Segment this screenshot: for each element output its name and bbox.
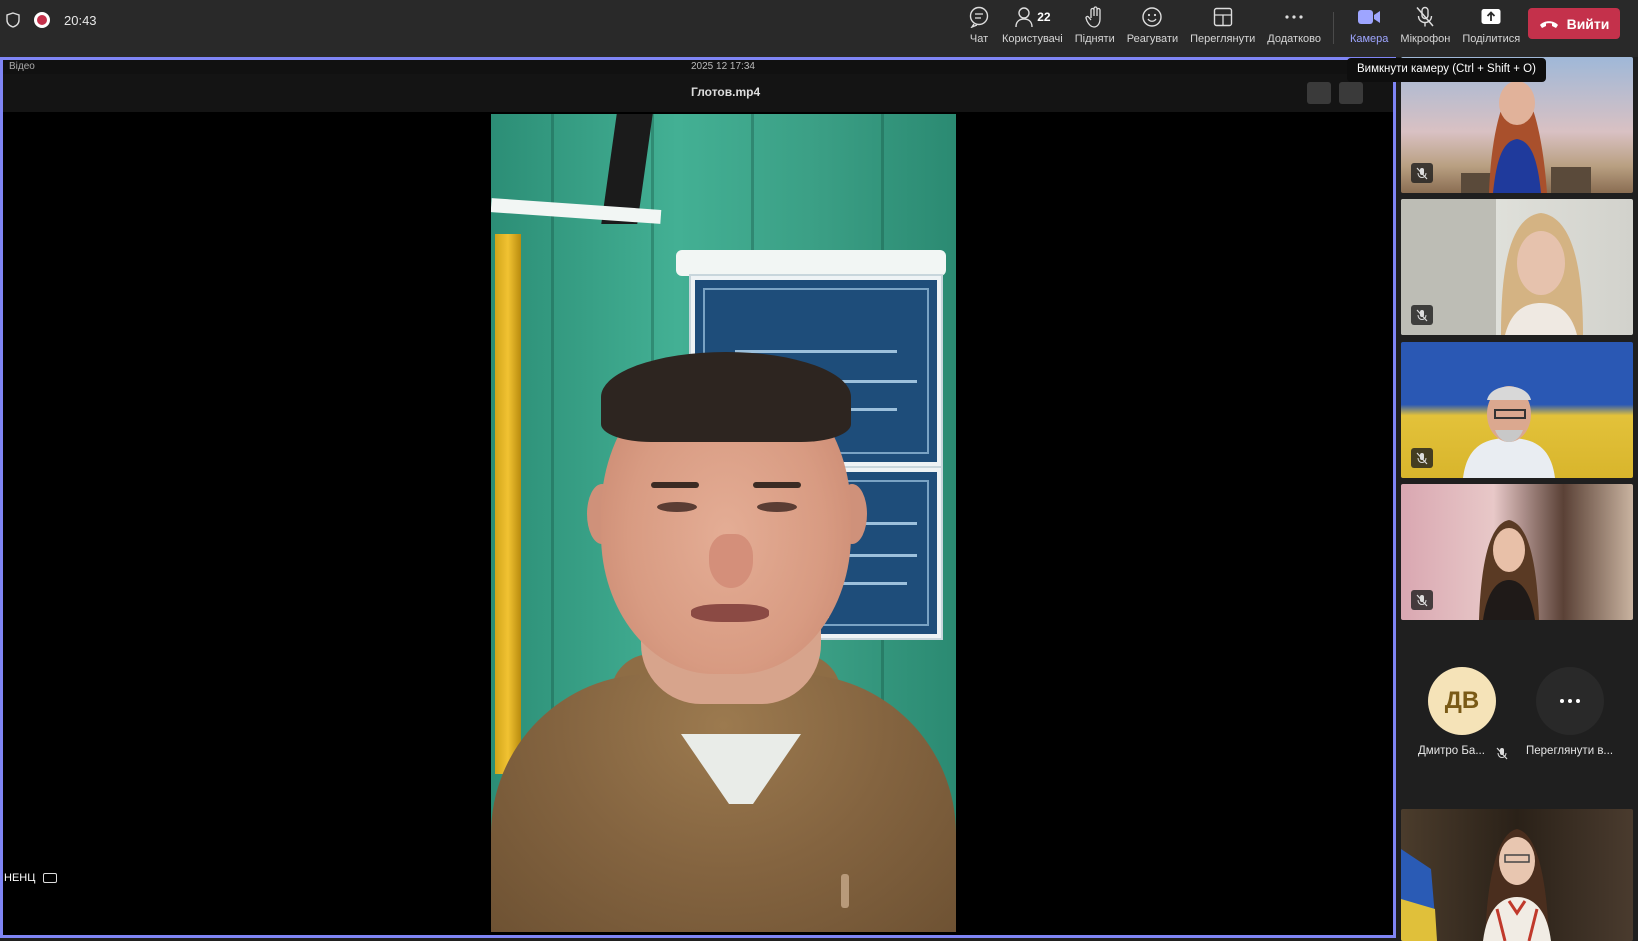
react-button[interactable]: Реагувати [1121,4,1184,52]
video-file-name: Глотов.mp4 [691,85,761,99]
participant-video-tile[interactable] [1401,809,1633,941]
participant-video [1463,386,1555,478]
player-menu-label[interactable]: Відео [9,61,35,72]
participant-video [1479,520,1539,620]
view-more-participants-button[interactable] [1536,667,1604,735]
player-top-bar: Відео 2025 12 17:34 [3,60,1393,74]
meeting-status: 20:43 [6,12,97,28]
participant-name: Дмитро Ба... [1418,745,1485,757]
info-button[interactable] [1339,82,1363,104]
mic-off-icon [1496,747,1508,760]
mic-label: Мікрофон [1400,33,1451,45]
mouth [691,604,769,622]
mic-off-icon [1416,594,1428,606]
participant-avatar[interactable]: ДВ [1428,667,1496,735]
rotate-button[interactable] [1307,82,1331,104]
mic-button[interactable]: Мікрофон [1394,4,1456,52]
hang-up-icon [1539,20,1558,28]
eye-left [657,502,697,512]
people-icon [1015,7,1033,28]
toolbar-divider [1332,12,1334,44]
participant-video-tile[interactable] [1401,484,1633,620]
shared-content-stage: Відео 2025 12 17:34 Глотов.mp4 [0,57,1396,938]
muted-badge [1411,448,1433,468]
smile-icon [1142,7,1163,27]
toolbar-buttons: Чат 22 Користувачі Підняти Реагувати Пер… [962,4,1526,52]
muted-badge [1411,590,1433,610]
camera-tooltip: Вимкнути камеру (Ctrl + Shift + O) [1347,58,1546,82]
share-label: Поділитися [1462,33,1521,45]
more-icon [1560,699,1580,703]
recording-icon [34,12,50,28]
more-button[interactable]: Додатково [1261,4,1327,52]
more-icon [1285,15,1303,19]
mic-off-icon [1416,6,1434,27]
camera-button[interactable]: Камера [1344,4,1394,52]
layout-icon [1213,7,1232,27]
people-button[interactable]: 22 Користувачі [996,4,1069,52]
meeting-timer: 20:43 [64,12,97,28]
raise-hand-icon [1085,6,1101,28]
eyebrow-left [651,482,699,488]
meeting-toolbar: 20:43 Чат 22 Користувачі Підняти Реагува… [0,0,1638,57]
muted-badge [1411,163,1433,183]
shared-video-frame [491,114,956,932]
share-button[interactable]: Поділитися [1456,4,1526,52]
eyebrow-right [753,482,801,488]
player-title-bar: Глотов.mp4 [3,74,1393,112]
mic-off-icon [1416,167,1428,179]
camera-icon [1358,10,1381,24]
hair [601,352,851,442]
people-label: Користувачі [1002,33,1063,45]
view-label: Переглянути [1190,33,1256,45]
participant-gallery: ДВ Дмитро Ба... Переглянути в... [1396,57,1638,941]
audio-participants-row: ДВ Дмитро Ба... Переглянути в... [1396,667,1638,777]
share-icon [1481,9,1501,24]
mic-off-icon [1416,452,1428,464]
view-more-label: Переглянути в... [1526,745,1614,757]
mic-off-icon [1416,309,1428,321]
participant-video [1401,199,1583,335]
participant-video [1401,829,1551,941]
camera-label: Камера [1349,33,1389,45]
input-language-indicator[interactable]: НЕНЦ [4,872,58,884]
raise-hand-button[interactable]: Підняти [1069,4,1121,52]
shield-icon [6,12,20,28]
muted-badge [1411,305,1433,325]
participant-video-tile[interactable] [1401,342,1633,478]
player-timestamp: 2025 12 17:34 [691,61,755,72]
raise-hand-label: Підняти [1074,33,1115,45]
keyboard-icon [43,873,58,883]
leave-button[interactable]: Вийти [1528,8,1620,39]
react-label: Реагувати [1126,33,1179,45]
jacket [491,674,956,932]
nose [709,534,753,588]
participant-video-tile[interactable] [1401,199,1633,335]
chat-button[interactable]: Чат [962,4,996,52]
chat-icon [969,6,989,28]
jacket-zipper [841,874,849,908]
language-label: НЕНЦ [4,872,36,884]
speaker-person [491,114,956,932]
chat-label: Чат [969,33,989,45]
leave-label: Вийти [1566,15,1610,32]
participant-count: 22 [1037,10,1051,24]
more-label: Додатково [1267,33,1321,45]
eye-right [757,502,797,512]
view-button[interactable]: Переглянути [1184,4,1261,52]
